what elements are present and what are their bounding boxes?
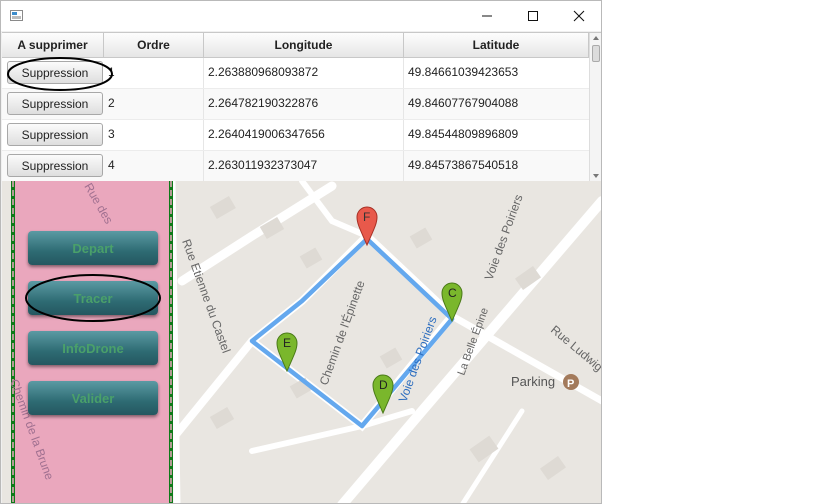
- scroll-down-icon: [593, 174, 599, 178]
- table-row[interactable]: Suppression 3 2.2640419006347656 49.8454…: [2, 120, 589, 151]
- waypoints-table: A supprimer Ordre Longitude Latitude Sup…: [2, 32, 601, 182]
- marker-f-label: F: [363, 210, 370, 224]
- ordre-cell: 3: [104, 120, 204, 150]
- latitude-cell: 49.84661039423653: [408, 65, 519, 79]
- suppression-button[interactable]: Suppression: [7, 92, 103, 115]
- app-icon: [10, 10, 23, 21]
- suppression-button[interactable]: Suppression: [7, 154, 103, 177]
- suppression-button[interactable]: Suppression: [7, 123, 103, 146]
- ordre-cell: 4: [104, 151, 204, 181]
- valider-button[interactable]: Valider: [28, 381, 158, 415]
- latitude-cell: 49.84544809896809: [408, 127, 519, 141]
- parking-label: Parking: [511, 374, 555, 389]
- marker-d-label: D: [379, 378, 388, 392]
- vertical-scrollbar[interactable]: [589, 33, 601, 182]
- title-bar: [1, 1, 601, 31]
- close-icon: [573, 10, 585, 22]
- app-window: A supprimer Ordre Longitude Latitude Sup…: [0, 0, 602, 504]
- latitude-cell: 49.84573867540518: [408, 158, 519, 172]
- longitude-cell: 2.263011932373047: [204, 151, 404, 181]
- ordre-cell: 2: [104, 89, 204, 119]
- scrollbar-thumb[interactable]: [592, 45, 600, 62]
- marker-e-label: E: [283, 336, 291, 350]
- minimize-icon: [482, 15, 492, 17]
- longitude-cell: 2.263880968093872: [204, 58, 404, 88]
- annotation-ellipse: [7, 57, 113, 91]
- table-row[interactable]: Suppression 4 2.263011932373047 49.84573…: [2, 151, 589, 182]
- column-header-longitude[interactable]: Longitude: [204, 33, 404, 58]
- column-header-ordre[interactable]: Ordre: [104, 33, 204, 58]
- longitude-cell: 2.2640419006347656: [204, 120, 404, 150]
- column-header-latitude[interactable]: Latitude: [404, 33, 589, 58]
- marker-c-label: C: [448, 286, 457, 300]
- longitude-cell: 2.264782190322876: [204, 89, 404, 119]
- depart-button[interactable]: Depart: [28, 231, 158, 265]
- column-header-a-supprimer[interactable]: A supprimer: [2, 33, 104, 58]
- minimize-button[interactable]: [464, 1, 510, 31]
- maximize-icon: [528, 11, 538, 21]
- table-row[interactable]: Suppression 2 2.264782190322876 49.84607…: [2, 89, 589, 120]
- maximize-button[interactable]: [510, 1, 556, 31]
- annotation-ellipse: [25, 274, 161, 322]
- close-button[interactable]: [556, 1, 601, 31]
- map-area[interactable]: Rue Etienne du Castel Chemin de l'Épinet…: [2, 181, 601, 503]
- parking-icon-letter: P: [567, 378, 574, 390]
- infodrone-button[interactable]: InfoDrone: [28, 331, 158, 365]
- latitude-cell: 49.84607767904088: [408, 96, 519, 110]
- ordre-cell: 1: [104, 58, 204, 88]
- scroll-up-icon: [593, 36, 599, 40]
